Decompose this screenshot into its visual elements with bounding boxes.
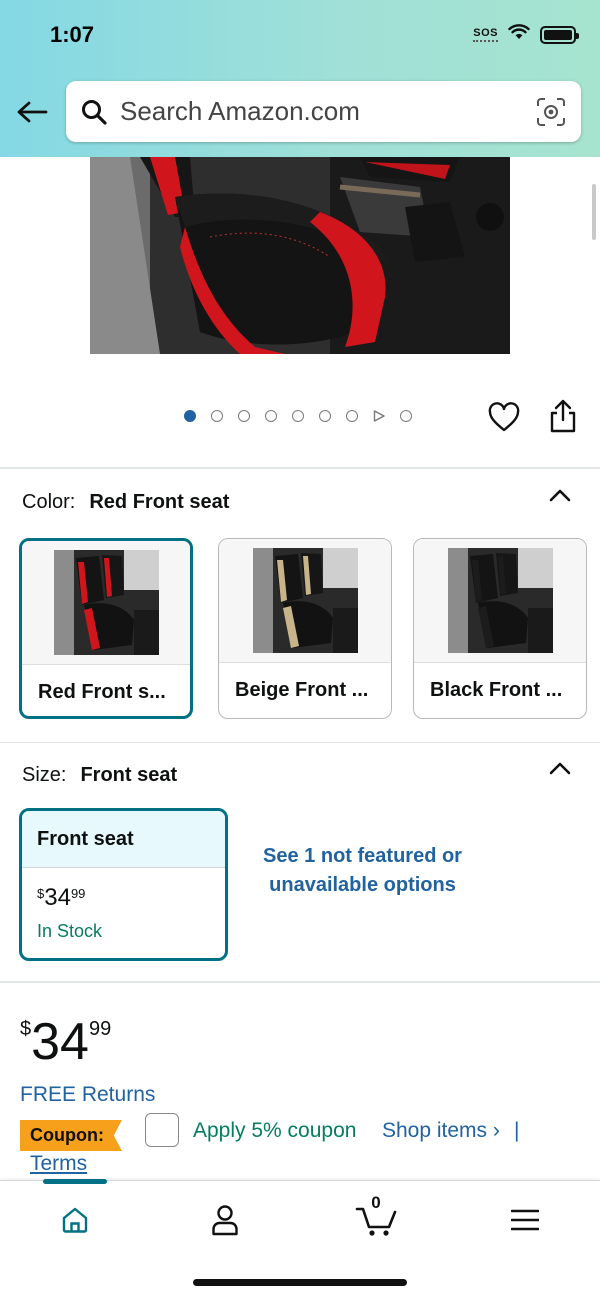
carousel-dot[interactable] [400, 410, 412, 422]
collapse-chevron-up-icon[interactable] [548, 757, 572, 781]
collapse-chevron-up-icon[interactable] [548, 484, 572, 508]
top-bar: 1:07 SOS [0, 0, 600, 157]
sos-indicator: SOS [473, 27, 498, 42]
carousel-dot[interactable] [292, 410, 304, 422]
color-thumbnail [22, 541, 190, 665]
currency-symbol: $ [37, 886, 45, 901]
search-bar[interactable] [66, 81, 581, 142]
carousel-dot[interactable] [319, 410, 331, 422]
currency-symbol: $ [20, 1018, 32, 1040]
selected-size: Front seat [80, 764, 178, 786]
car-seat-thumbnail [447, 548, 553, 653]
back-arrow-icon [17, 101, 48, 123]
account-person-icon [212, 1205, 238, 1236]
status-icons: SOS [473, 24, 579, 45]
carousel-dot[interactable] [265, 410, 277, 422]
nav-home[interactable] [50, 1195, 100, 1245]
color-option-name: Beige Front ... [235, 679, 369, 701]
price-whole: 34 [44, 884, 71, 911]
color-option-name: Black Front ... [430, 679, 563, 701]
apply-coupon-checkbox[interactable] [145, 1113, 179, 1147]
section-divider [0, 742, 600, 743]
size-option-price: $3499 [22, 868, 225, 910]
search-icon [80, 98, 108, 126]
see-unavailable-options-link[interactable]: See 1 not featured or unavailable option… [250, 842, 475, 900]
stock-status: In Stock [37, 921, 103, 941]
size-option-front-seat[interactable]: Front seat $3499 In Stock [19, 808, 228, 961]
nav-account[interactable] [200, 1195, 250, 1245]
color-label: Color: Red Front seat [22, 491, 229, 514]
search-input[interactable] [120, 96, 520, 127]
size-label: Size: Front seat [22, 764, 177, 787]
color-option-name: Red Front s... [38, 681, 166, 703]
color-option-black[interactable]: Black Front ... [413, 538, 587, 719]
cart-count: 0 [371, 1193, 381, 1212]
coupon-badge: Coupon: [20, 1120, 122, 1151]
color-thumbnail [219, 539, 391, 663]
home-indicator-bar [193, 1279, 407, 1286]
size-label-text: Size: [22, 764, 67, 786]
price-fraction: 99 [88, 1018, 112, 1040]
carousel-dot[interactable] [211, 410, 223, 422]
section-divider [0, 981, 600, 983]
shop-items-link[interactable]: Shop items › [382, 1119, 500, 1143]
camera-search-icon[interactable] [535, 96, 567, 128]
color-label-text: Color: [22, 491, 76, 513]
free-returns-link[interactable]: FREE Returns [20, 1083, 155, 1107]
car-seat-thumbnail [53, 550, 159, 655]
car-seat-image [90, 157, 510, 354]
color-thumbnail [414, 539, 586, 663]
battery-icon [540, 25, 579, 44]
status-time: 1:07 [50, 22, 95, 47]
carousel-dot[interactable] [346, 410, 358, 422]
wifi-icon [508, 24, 530, 45]
apply-coupon-label[interactable]: Apply 5% coupon [193, 1119, 356, 1143]
carousel-dot[interactable] [238, 410, 250, 422]
car-seat-thumbnail [252, 548, 358, 653]
size-option-name: Front seat [22, 811, 225, 868]
share-icon[interactable] [548, 399, 578, 433]
separator: | [514, 1119, 520, 1142]
product-image[interactable] [90, 157, 510, 354]
scroll-indicator [592, 184, 596, 240]
carousel-dot-active[interactable] [184, 410, 196, 422]
price-fraction: 99 [70, 886, 86, 901]
back-button[interactable] [14, 94, 50, 130]
nav-menu[interactable] [500, 1195, 550, 1245]
nav-cart[interactable]: 0 [350, 1193, 402, 1245]
product-price: $ 34 99 [20, 1010, 111, 1068]
wishlist-heart-icon[interactable] [488, 402, 520, 434]
color-option-red[interactable]: Red Front s... [19, 538, 193, 719]
home-icon [62, 1207, 88, 1233]
section-divider [0, 467, 600, 469]
video-play-icon[interactable] [373, 410, 385, 422]
image-carousel-dots[interactable] [184, 410, 412, 422]
coupon-terms-link[interactable]: Terms [30, 1152, 87, 1176]
selected-color: Red Front seat [89, 491, 230, 513]
price-whole: 34 [31, 1013, 89, 1071]
hamburger-menu-icon [511, 1209, 539, 1231]
active-tab-indicator [43, 1179, 107, 1184]
color-option-beige[interactable]: Beige Front ... [218, 538, 392, 719]
